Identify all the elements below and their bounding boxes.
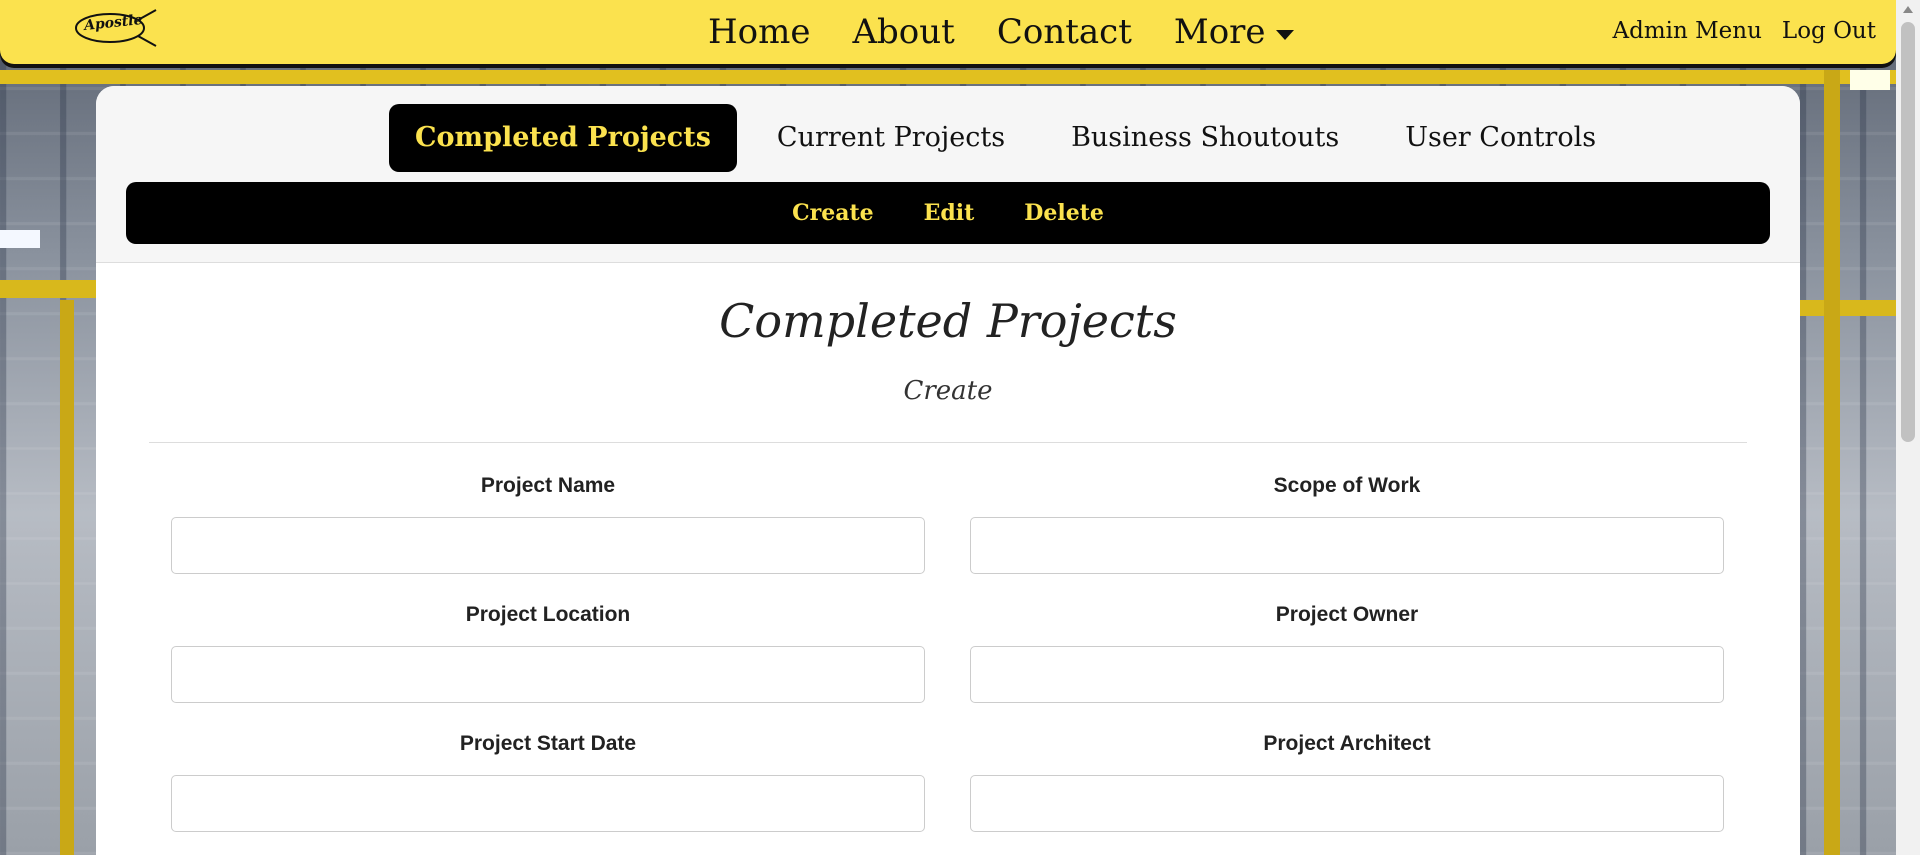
top-navbar: Apostle Home About Contact More Admin Me… — [0, 0, 1896, 64]
action-bar: Create Edit Delete — [126, 182, 1770, 244]
nav-home-link[interactable]: Home — [708, 12, 810, 52]
main-nav: Home About Contact More — [708, 12, 1294, 52]
scope-of-work-label: Scope of Work — [1273, 474, 1421, 497]
edit-action[interactable]: Edit — [924, 200, 975, 226]
nav-about-link[interactable]: About — [852, 12, 954, 52]
page-title: Completed Projects — [719, 294, 1177, 348]
admin-tabs: Completed Projects Current Projects Busi… — [389, 104, 1636, 172]
project-start-date-label: Project Start Date — [459, 732, 637, 755]
project-name-label: Project Name — [480, 474, 616, 497]
project-owner-input[interactable] — [970, 646, 1724, 703]
log-out-link[interactable]: Log Out — [1782, 18, 1876, 44]
apostle-logo[interactable]: Apostle — [74, 8, 158, 48]
page-scrollbar[interactable] — [1896, 0, 1920, 855]
project-start-date-input[interactable] — [171, 775, 925, 832]
divider — [149, 442, 1747, 443]
project-location-label: Project Location — [465, 603, 631, 626]
tab-user-controls[interactable]: User Controls — [1379, 104, 1622, 172]
caret-down-icon — [1275, 30, 1294, 40]
nav-more-dropdown[interactable]: More — [1174, 12, 1294, 52]
project-architect-label: Project Architect — [1263, 732, 1431, 755]
project-name-input[interactable] — [171, 517, 925, 574]
admin-menu-link[interactable]: Admin Menu — [1613, 18, 1762, 44]
project-owner-label: Project Owner — [1275, 603, 1419, 626]
nav-more-label: More — [1173, 12, 1266, 52]
nav-contact-link[interactable]: Contact — [997, 12, 1132, 52]
tab-completed-projects[interactable]: Completed Projects — [389, 104, 737, 172]
tab-current-projects[interactable]: Current Projects — [751, 104, 1031, 172]
panel-header: Completed Projects Current Projects Busi… — [96, 86, 1800, 263]
nav-right: Admin Menu Log Out — [1593, 18, 1877, 44]
page-subtitle: Create — [903, 376, 993, 406]
admin-panel: Completed Projects Current Projects Busi… — [96, 86, 1800, 855]
delete-action[interactable]: Delete — [1024, 200, 1104, 226]
project-location-input[interactable] — [171, 646, 925, 703]
scroll-up-icon[interactable] — [1903, 6, 1913, 13]
scroll-thumb[interactable] — [1901, 22, 1915, 442]
tab-business-shoutouts[interactable]: Business Shoutouts — [1045, 104, 1365, 172]
project-architect-input[interactable] — [970, 775, 1724, 832]
create-action[interactable]: Create — [792, 200, 874, 226]
scope-of-work-input[interactable] — [970, 517, 1724, 574]
